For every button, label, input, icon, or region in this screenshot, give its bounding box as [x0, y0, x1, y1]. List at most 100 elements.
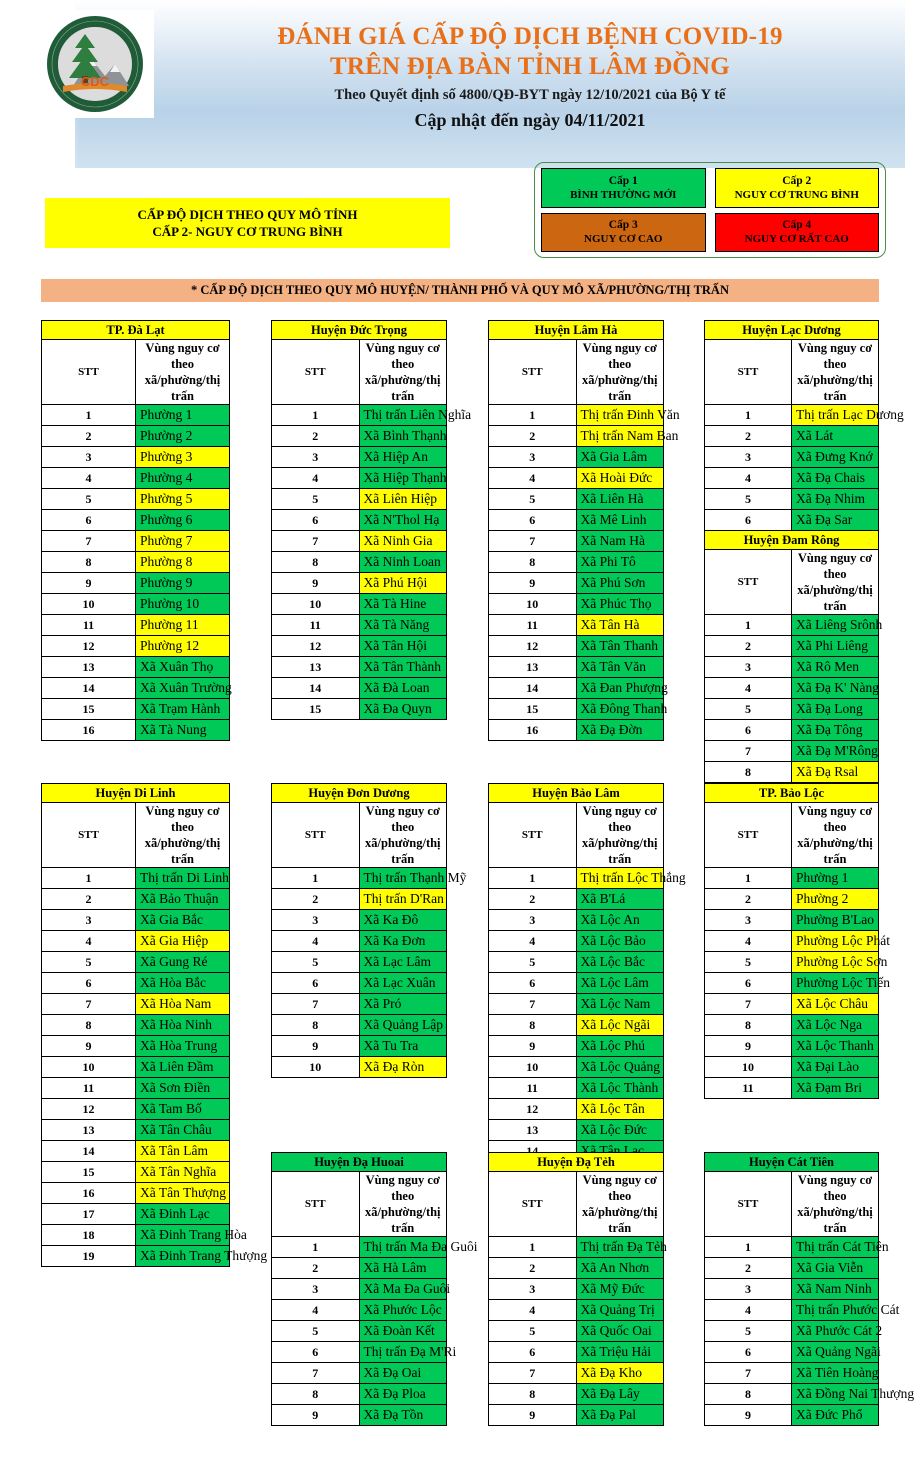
commune-name-level-1: Thị trấn Di Linh [135, 867, 230, 889]
row-index: 7 [271, 993, 360, 1015]
row-index: 6 [271, 972, 360, 994]
table-row: 2 Xã Bảo Thuận [41, 888, 230, 910]
row-index: 8 [488, 1014, 577, 1036]
table-row: 16 Xã Tân Thượng [41, 1182, 230, 1204]
column-header-stt: STT [41, 802, 136, 868]
table-row: 13 Xã Tân Văn [488, 656, 664, 678]
commune-name-level-1: Phường 1 [791, 867, 879, 889]
row-index: 13 [488, 1119, 577, 1141]
commune-name-level-1: Xã N'Thol Hạ [358, 509, 447, 531]
table-row: 6 Xã Quảng Ngãi [704, 1341, 881, 1363]
commune-name-level-1: Xã Đạm Bri [791, 1077, 879, 1099]
commune-name-level-1: Xã Tân Hội [358, 635, 447, 657]
row-index: 10 [271, 593, 360, 615]
column-header-stt: STT [704, 802, 792, 868]
district-title-di-linh: Huyện Di Linh [41, 783, 230, 803]
district-title-row: Huyện Cát Tiên [704, 1152, 879, 1172]
district-title-row: Huyện Đạ Tẻh [488, 1152, 664, 1172]
table-row: 4 Phường Lộc Phát [704, 930, 890, 952]
column-header-region: Vùng nguy cơ theo xã/phường/thị trấn [575, 339, 664, 405]
commune-name-level-1: Xã Hòa Trung [135, 1035, 230, 1057]
table-row: 4 Xã Hoài Đức [488, 467, 664, 489]
table-row: 10 Xã Đại Lào [704, 1056, 879, 1078]
column-header-row: STT Vùng nguy cơ theo xã/phường/thị trấn [488, 1171, 664, 1237]
row-index: 6 [271, 1341, 360, 1363]
commune-name-level-2: Phường 11 [135, 614, 230, 636]
row-index: 4 [704, 1299, 792, 1321]
commune-name-level-1: Xã Lộc An [575, 909, 664, 931]
commune-name-level-1: Phường 10 [135, 593, 230, 615]
table-row: 6 Xã Mê Linh [488, 509, 664, 531]
commune-name-level-1: Xã Đạ Đờn [575, 719, 664, 741]
row-index: 8 [704, 761, 792, 783]
commune-name-level-1: Xã Tà Nung [135, 719, 230, 741]
row-index: 12 [488, 635, 577, 657]
row-index: 10 [704, 1056, 792, 1078]
district-title-bao-lam: Huyện Bảo Lâm [488, 783, 664, 803]
table-row: 2 Thị trấn D'Ran [271, 888, 447, 910]
commune-name-level-2: Thị trấn Lạc Dương [791, 404, 904, 426]
commune-name-level-1: Thị trấn Ma Đa Guôi [358, 1236, 477, 1258]
row-index: 3 [271, 1278, 360, 1300]
table-row: 1 Thị trấn Lạc Dương [704, 404, 904, 426]
table-row: 9 Phường 9 [41, 572, 230, 594]
legend-level-2-text: NGUY CƠ TRUNG BÌNH [734, 188, 859, 201]
commune-name-level-1: Xã Đan Phượng [575, 677, 668, 699]
row-index: 4 [704, 930, 792, 952]
legend-level-2-label: Cấp 2 [782, 174, 812, 187]
commune-name-level-1: Xã Lộc Bắc [575, 951, 664, 973]
table-row: 7 Xã Đạ Kho [488, 1362, 664, 1384]
row-index: 6 [271, 509, 360, 531]
commune-name-level-1: Xã Lạc Xuân [358, 972, 447, 994]
commune-name-level-1: Phường 2 [135, 425, 230, 447]
row-index: 3 [704, 1278, 792, 1300]
district-title-lac-duong: Huyện Lạc Dương [704, 320, 879, 340]
row-index: 12 [41, 1098, 136, 1120]
table-row: 11 Xã Lộc Thành [488, 1077, 664, 1099]
legend-item-level-4: Cấp 4 NGUY CƠ RẤT CAO [714, 212, 879, 252]
table-row: 10 Xã Phúc Thọ [488, 593, 664, 615]
row-index: 2 [704, 635, 792, 657]
row-index: 9 [41, 572, 136, 594]
district-title-row: Huyện Đức Trọng [271, 320, 447, 340]
header-title-block: ĐÁNH GIÁ CẤP ĐỘ DỊCH BỆNH COVID-19 TRÊN … [150, 22, 910, 132]
district-table-da-teh: Huyện Đạ Tẻh STT Vùng nguy cơ theo xã/phườn… [488, 1152, 667, 1426]
table-row: 13 Xã Tân Châu [41, 1119, 230, 1141]
row-index: 10 [488, 1056, 577, 1078]
cdc-emblem-icon: CDC [47, 16, 143, 112]
commune-name-level-1: Xã Phi Tô [575, 551, 664, 573]
commune-name-level-1: Xã Tiên Hoàng [791, 1362, 879, 1384]
commune-name-level-1: Xã Rô Men [791, 656, 879, 678]
district-title-row: TP. Đà Lạt [41, 320, 230, 340]
legend-item-level-2: Cấp 2 NGUY CƠ TRUNG BÌNH [714, 168, 879, 208]
table-row: 2 Xã An Nhơn [488, 1257, 664, 1279]
column-header-region-line2: xã/phường/thị trấn [364, 836, 441, 866]
commune-name-level-1: Xã Đạ Long [791, 698, 879, 720]
column-header-stt: STT [704, 339, 792, 405]
commune-name-level-1: Xã Đức Phổ [791, 1404, 879, 1426]
row-index: 1 [704, 404, 792, 426]
commune-name-level-1: Xã Liên Đầm [135, 1056, 230, 1078]
table-row: 1 Thị trấn Đạ Tẻh [488, 1236, 667, 1258]
column-header-stt: STT [488, 339, 577, 405]
province-level-line2: CẤP 2- NGUY CƠ TRUNG BÌNH [152, 224, 343, 239]
row-index: 11 [41, 614, 136, 636]
table-row: 8 Xã Ninh Loan [271, 551, 447, 573]
row-index: 7 [488, 1362, 577, 1384]
row-index: 16 [41, 719, 136, 741]
row-index: 1 [488, 867, 577, 889]
commune-name-level-1: Xã Lát [791, 425, 879, 447]
commune-name-level-2: Phường 2 [791, 888, 879, 910]
row-index: 6 [704, 972, 792, 994]
row-index: 9 [488, 572, 577, 594]
table-row: 17 Xã Đinh Lạc [41, 1203, 230, 1225]
commune-name-level-1: Xã Ninh Loan [358, 551, 447, 573]
row-index: 2 [704, 425, 792, 447]
table-row: 11 Xã Sơn Điền [41, 1077, 230, 1099]
table-row: 3 Xã Gia Lâm [488, 446, 664, 468]
commune-name-level-1: Xã Xuân Thọ [135, 656, 230, 678]
commune-name-level-1: Xã Đạ Oai [358, 1362, 447, 1384]
table-row: 6 Phường 6 [41, 509, 230, 531]
table-row: 7 Xã Nam Hà [488, 530, 664, 552]
column-header-region: Vùng nguy cơ theo xã/phường/thị trấn [575, 1171, 664, 1237]
